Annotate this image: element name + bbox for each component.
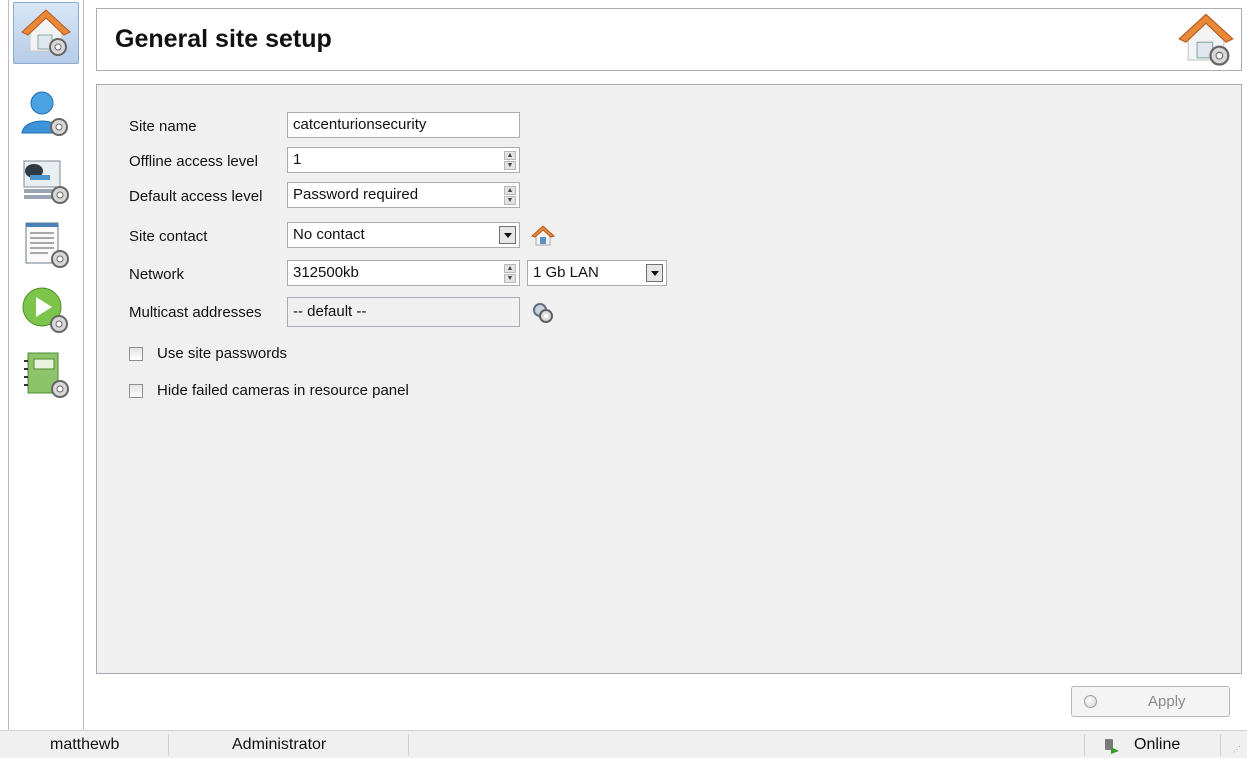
status-separator (1220, 734, 1221, 756)
use-site-passwords-checkbox[interactable]: Use site passwords (129, 345, 287, 362)
list-gear-icon (25, 222, 69, 268)
default-access-label: Default access level (129, 188, 263, 205)
page-title: General site setup (115, 25, 332, 53)
offline-access-value: 1 (293, 151, 302, 168)
camera-gear-icon (23, 160, 69, 204)
play-gear-icon (22, 287, 68, 333)
spinner-arrows-icon[interactable]: ▲ ▼ (504, 264, 516, 283)
network-type-value: 1 Gb LAN (533, 264, 599, 281)
gear-icon[interactable] (531, 301, 555, 325)
site-name-field[interactable]: catcenturionsecurity (287, 112, 520, 138)
sidebar-item-lists[interactable] (13, 214, 79, 276)
multicast-field: -- default -- (287, 297, 520, 327)
spinner-arrows-icon[interactable]: ▲ ▼ (504, 151, 516, 170)
network-bandwidth-spinner[interactable]: 312500kb ▲ ▼ (287, 260, 520, 286)
offline-access-label: Offline access level (129, 153, 258, 170)
default-access-spinner[interactable]: Password required ▲ ▼ (287, 182, 520, 208)
notebook-gear-icon (24, 352, 69, 398)
status-bar: matthewb Administrator Online ⋰ (0, 730, 1247, 758)
checkbox-box[interactable] (129, 346, 143, 361)
offline-access-spinner[interactable]: 1 ▲ ▼ (287, 147, 520, 173)
apply-status-icon (1084, 695, 1097, 708)
online-plug-icon (1105, 739, 1119, 754)
user-gear-icon (21, 91, 68, 136)
chevron-down-icon[interactable] (499, 226, 516, 244)
hide-failed-cameras-label: Hide failed cameras in resource panel (157, 382, 409, 399)
sidebar-item-site-setup[interactable] (13, 2, 79, 64)
status-user: matthewb (50, 736, 120, 753)
sidebar-item-users[interactable] (13, 84, 79, 146)
sidebar-item-notebook[interactable] (13, 344, 79, 406)
multicast-label: Multicast addresses (129, 304, 262, 321)
status-separator (1084, 734, 1085, 756)
network-type-dropdown[interactable]: 1 Gb LAN (527, 260, 667, 286)
sidebar-item-playback[interactable] (13, 280, 79, 342)
house-gear-icon (21, 9, 71, 56)
status-connection: Online (1134, 736, 1181, 753)
use-site-passwords-label: Use site passwords (157, 345, 288, 362)
site-contact-label: Site contact (129, 228, 208, 245)
status-role: Administrator (232, 736, 327, 753)
network-bandwidth-value: 312500kb (293, 264, 359, 281)
page-header: General site setup (96, 8, 1242, 71)
status-separator (408, 734, 409, 756)
status-separator (168, 734, 169, 756)
site-name-label: Site name (129, 118, 197, 135)
settings-panel: Site name catcenturionsecurity Offline a… (96, 84, 1242, 674)
apply-button[interactable]: Apply (1071, 686, 1230, 717)
site-contact-dropdown[interactable]: No contact (287, 222, 520, 248)
apply-label: Apply (1148, 693, 1186, 710)
contact-house-icon[interactable] (531, 224, 555, 248)
default-access-value: Password required (293, 186, 419, 203)
checkbox-box[interactable] (129, 383, 143, 398)
sidebar (8, 0, 84, 730)
site-contact-value: No contact (293, 226, 365, 243)
sidebar-item-cameras[interactable] (13, 150, 79, 212)
resize-grip-icon[interactable]: ⋰ (1233, 745, 1243, 755)
spinner-arrows-icon[interactable]: ▲ ▼ (504, 186, 516, 205)
network-label: Network (129, 266, 185, 283)
hide-failed-cameras-checkbox[interactable]: Hide failed cameras in resource panel (129, 382, 409, 399)
chevron-down-icon[interactable] (646, 264, 663, 282)
house-gear-icon (1178, 13, 1234, 66)
